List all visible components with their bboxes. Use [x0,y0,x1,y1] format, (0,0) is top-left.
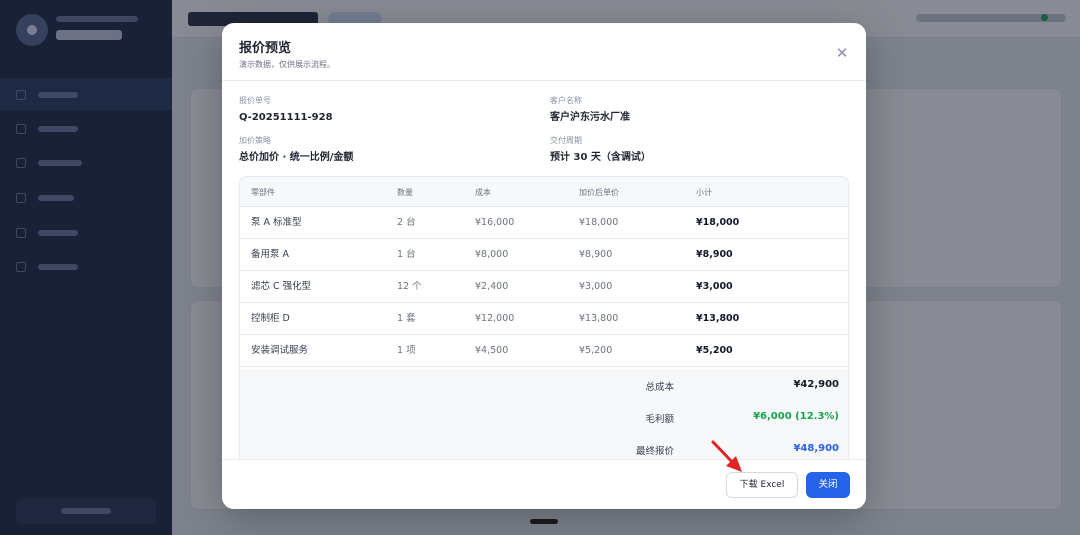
close-icon[interactable]: ✕ [830,41,854,65]
gross-profit-row: 毛利额 ¥6,000 (12.3%) [645,411,839,425]
table-row: 泵 A 标准型 2 台 ¥16,000 ¥18,000 ¥18,000 [240,207,848,239]
table-row: 备用泵 A 1 台 ¥8,000 ¥8,900 ¥8,900 [240,239,848,271]
modal-footer: 下载 Excel 关闭 [222,459,866,509]
delivery-period-field: 交付周期 预计 30 天（含调试） [550,136,651,163]
table-row: 控制柜 D 1 套 ¥12,000 ¥13,800 ¥13,800 [240,303,848,335]
column-header: 零部件 [251,188,275,197]
final-price-row: 最终报价 ¥48,900 [635,443,839,457]
modal-header: 报价预览 演示数据，仅供展示流程。 ✕ [222,23,866,81]
modal-title: 报价预览 [239,41,292,56]
total-cost-row: 总成本 ¥42,900 [645,379,839,393]
column-header: 成本 [475,188,491,197]
annotation-arrow-icon [711,440,742,472]
summary-section: 总成本 ¥42,900 毛利额 ¥6,000 (12.3%) 最终报价 ¥48,… [240,369,848,459]
quote-preview-modal: 报价预览 演示数据，仅供展示流程。 ✕ 报价单号 Q-20251111-928 … [222,23,866,509]
column-header: 加价后单价 [579,188,619,197]
customer-name-field: 客户名称 客户沪东污水厂准 [550,96,630,123]
close-button[interactable]: 关闭 [806,472,850,498]
home-indicator [530,519,558,524]
pricing-strategy-field: 加价策略 总价加价 · 统一比例/金额 [239,136,354,163]
table-row: 滤芯 C 强化型 12 个 ¥2,400 ¥3,000 ¥3,000 [240,271,848,303]
quote-number-field: 报价单号 Q-20251111-928 [239,96,333,123]
modal-subtitle: 演示数据，仅供展示流程。 [239,60,335,69]
column-header: 小计 [696,188,712,197]
table-row: 安装调试服务 1 项 ¥4,500 ¥5,200 ¥5,200 [240,335,848,367]
quote-table: 零部件 数量 成本 加价后单价 小计 泵 A 标准型 2 台 ¥16,000 ¥… [239,176,849,459]
modal-body: 报价单号 Q-20251111-928 客户名称 客户沪东污水厂准 加价策略 总… [222,82,866,459]
table-header: 零部件 数量 成本 加价后单价 小计 [240,177,848,207]
column-header: 数量 [397,188,413,197]
